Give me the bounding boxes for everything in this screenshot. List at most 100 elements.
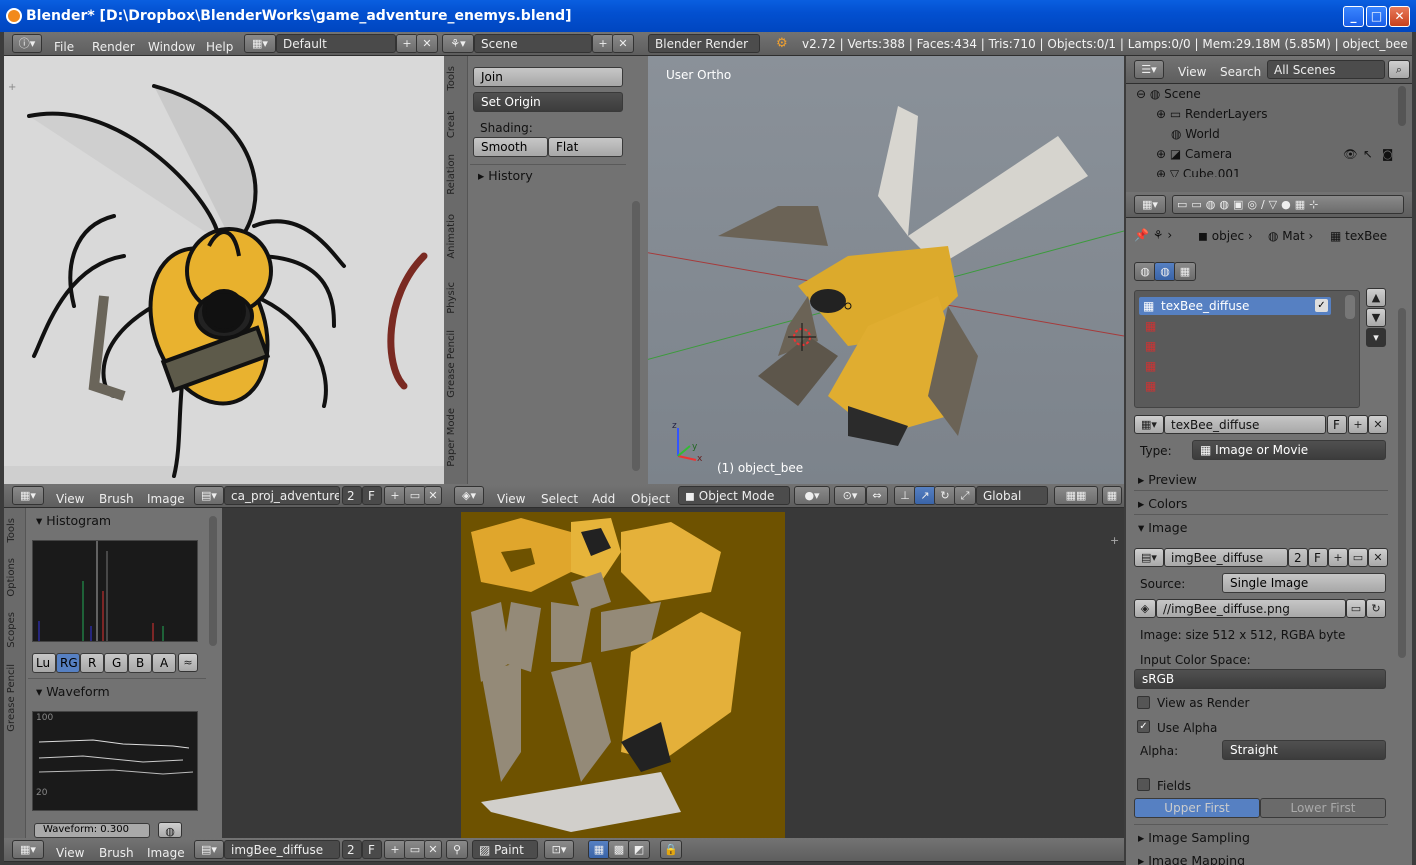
- channel-luma-button[interactable]: Lu: [32, 653, 56, 673]
- image-filepath-field[interactable]: //imgBee_diffuse.png: [1156, 599, 1346, 618]
- waveform-panel-header[interactable]: ▾ Waveform: [36, 684, 110, 699]
- packed-file-icon[interactable]: ◈: [1134, 599, 1156, 618]
- channel-rgb-button[interactable]: RG: [56, 653, 80, 673]
- tab-paper-mode[interactable]: Paper Mode: [446, 408, 460, 467]
- tab-create[interactable]: Creat: [446, 111, 460, 138]
- lock-icon[interactable]: 🔒: [660, 840, 682, 859]
- outliner-filter-select[interactable]: All Scenes: [1267, 60, 1385, 79]
- image-new-icon[interactable]: +: [384, 486, 406, 505]
- cursor-select-icon[interactable]: ↖: [1363, 147, 1373, 161]
- maximize-button[interactable]: □: [1366, 6, 1387, 27]
- menu-image[interactable]: Image: [147, 492, 185, 506]
- menu-add[interactable]: Add: [592, 492, 615, 506]
- menu-image[interactable]: Image: [147, 846, 185, 860]
- file-browse-icon[interactable]: ▭: [1346, 599, 1366, 618]
- image-fake-user-button[interactable]: F: [1308, 548, 1328, 567]
- histogram-line-icon[interactable]: ≈: [178, 653, 198, 672]
- lower-first-button[interactable]: Lower First: [1260, 798, 1386, 818]
- minimize-button[interactable]: _: [1343, 6, 1364, 27]
- editor-type-icon[interactable]: ▦▾: [12, 486, 44, 505]
- tab-tools[interactable]: Tools: [6, 518, 20, 543]
- world-texture-icon[interactable]: ◍: [1134, 262, 1156, 281]
- layout-field[interactable]: Default: [276, 34, 396, 53]
- shade-flat-button[interactable]: Flat: [548, 137, 623, 157]
- tab-animation[interactable]: Animatio: [446, 214, 460, 259]
- texture-new-icon[interactable]: +: [1348, 415, 1368, 434]
- slot-specials-icon[interactable]: ▾: [1366, 328, 1386, 347]
- image-open-icon[interactable]: ▭: [404, 486, 426, 505]
- outliner-item-camera[interactable]: ⊕ ◪ Camera: [1156, 147, 1232, 161]
- 3d-viewport[interactable]: User Ortho (1) object_bee z x y: [648, 56, 1124, 484]
- pivot-point-icon[interactable]: ⊙▾: [834, 486, 866, 505]
- scale-manipulator-icon[interactable]: ⤢: [954, 486, 976, 505]
- image-browse-icon[interactable]: ▤▾: [1134, 548, 1164, 567]
- image-new-icon[interactable]: +: [384, 840, 406, 859]
- join-button[interactable]: Join: [473, 67, 623, 87]
- menu-brush[interactable]: Brush: [99, 846, 134, 860]
- properties-context-tabs[interactable]: ▭▭◍◍▣◎∕▽●▦⊹: [1172, 195, 1404, 214]
- use-alpha-checkbox[interactable]: ✓: [1137, 720, 1150, 733]
- texture-fake-user-button[interactable]: F: [1327, 415, 1347, 434]
- render-camera-icon[interactable]: ◙: [1382, 147, 1393, 161]
- draw-channels-icon[interactable]: ▦: [588, 840, 610, 859]
- info-editor-type-button[interactable]: ⓘ▾: [12, 34, 42, 53]
- transform-orientation-select[interactable]: Global: [976, 486, 1048, 505]
- outliner-item-renderlayers[interactable]: ⊕ ▭ RenderLayers: [1156, 107, 1267, 121]
- color-space-select[interactable]: sRGB: [1134, 669, 1386, 689]
- tab-tools[interactable]: Tools: [446, 66, 460, 91]
- menu-search[interactable]: Search: [1220, 65, 1261, 79]
- properties-scrollbar[interactable]: [1398, 308, 1406, 658]
- move-slot-down-icon[interactable]: ▼: [1366, 308, 1386, 327]
- slot-enabled-checkbox[interactable]: ✓: [1315, 299, 1328, 312]
- pin-image-icon[interactable]: ⚲: [446, 840, 468, 859]
- alpha-channel-icon[interactable]: ▩: [608, 840, 630, 859]
- set-origin-dropdown[interactable]: Set Origin: [473, 92, 623, 112]
- menu-view[interactable]: View: [56, 492, 84, 506]
- histogram-panel-header[interactable]: ▾ Histogram: [36, 513, 111, 528]
- toolshelf-scrollbar[interactable]: [632, 201, 640, 471]
- menu-window[interactable]: Window: [148, 40, 195, 54]
- empty-slot-icon[interactable]: ▦: [1145, 319, 1156, 333]
- outliner-scrollbar[interactable]: [1398, 86, 1406, 126]
- history-panel-header[interactable]: ▸ History: [478, 168, 533, 183]
- region-plus-icon[interactable]: +: [1110, 534, 1119, 547]
- texture-slot-active[interactable]: ▦ texBee_diffuse ✓: [1139, 297, 1331, 315]
- outliner-item-world[interactable]: ◍ World: [1171, 127, 1220, 141]
- image-name-field[interactable]: ca_proj_adventure_...: [224, 486, 340, 505]
- menu-view[interactable]: View: [56, 846, 84, 860]
- paint-mode-select[interactable]: ▨ Paint: [472, 840, 538, 859]
- editor-type-icon[interactable]: ▦▾: [12, 840, 44, 859]
- outliner-editor-type-icon[interactable]: ☰▾: [1134, 60, 1164, 79]
- shade-smooth-button[interactable]: Smooth: [473, 137, 548, 157]
- properties-editor-type-icon[interactable]: ▦▾: [1134, 195, 1166, 214]
- texture-type-select[interactable]: ▦ Image or Movie: [1192, 440, 1386, 460]
- tab-grease-pencil[interactable]: Grease Pencil: [446, 330, 460, 398]
- tab-grease-pencil[interactable]: Grease Pencil: [6, 664, 20, 732]
- channel-a-button[interactable]: A: [152, 653, 176, 673]
- material-texture-icon[interactable]: ◍: [1154, 262, 1176, 281]
- channel-r-button[interactable]: R: [80, 653, 104, 673]
- manipulator-icon[interactable]: ⇔: [866, 486, 888, 505]
- layers-icon[interactable]: ▦▦: [1054, 486, 1098, 505]
- menu-select[interactable]: Select: [541, 492, 578, 506]
- image-fake-user-button[interactable]: F: [362, 486, 382, 505]
- view-as-render-checkbox[interactable]: [1137, 696, 1150, 709]
- interaction-mode-select[interactable]: ◼ Object Mode: [678, 486, 790, 505]
- menu-help[interactable]: Help: [206, 40, 233, 54]
- layers-more-icon[interactable]: ▦: [1102, 486, 1122, 505]
- region-plus-icon[interactable]: +: [8, 82, 16, 93]
- image-open-icon[interactable]: ▭: [1348, 548, 1368, 567]
- image-mapping-section-header[interactable]: ▸ Image Mapping: [1138, 853, 1245, 865]
- image-section-header[interactable]: ▾ Image: [1138, 520, 1187, 535]
- image-editor-paint-view[interactable]: +: [222, 508, 1124, 838]
- empty-slot-icon[interactable]: ▦: [1145, 359, 1156, 373]
- channel-g-button[interactable]: G: [104, 653, 128, 673]
- transform-axes-icon[interactable]: ⊥: [894, 486, 916, 505]
- brush-texture-icon[interactable]: ▦: [1174, 262, 1196, 281]
- pivot-icon[interactable]: ⊡▾: [544, 840, 574, 859]
- eye-icon[interactable]: 👁: [1343, 147, 1358, 161]
- menu-view[interactable]: View: [497, 492, 525, 506]
- upper-first-button[interactable]: Upper First: [1134, 798, 1260, 818]
- texture-unlink-icon[interactable]: ✕: [1368, 415, 1388, 434]
- menu-object[interactable]: Object: [631, 492, 670, 506]
